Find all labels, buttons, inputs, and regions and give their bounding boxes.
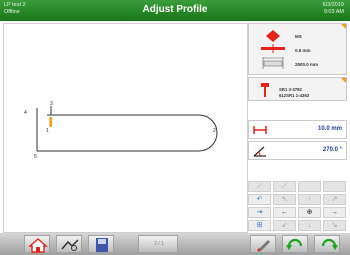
material-card[interactable]: MS 0.6 mm 2500.0 mm [248, 23, 347, 75]
arrow-down-left-icon[interactable]: ↙ [273, 220, 296, 231]
page-title: Adjust Profile [142, 4, 208, 15]
point-label-3: 3 [50, 101, 53, 107]
move-segment-icon[interactable]: ⇥ [248, 207, 271, 218]
material-icon [261, 30, 285, 69]
undo-icon [286, 238, 303, 250]
page-indicator: 2 / 1 [154, 241, 164, 247]
redo-icon [321, 238, 338, 250]
time-label: 9:03 AM [323, 9, 344, 15]
save-button[interactable] [88, 235, 114, 253]
date-label: 6/3/2019 [322, 2, 344, 8]
tool-line-2: 612SR1 1-4363 [279, 93, 310, 98]
undo-button[interactable] [282, 235, 308, 253]
side-panel: MS 0.6 mm 2500.0 mm SR1 3-3782 612SR1 1-… [248, 23, 347, 231]
angle-row[interactable]: 270.0 ° [248, 141, 347, 160]
home-icon [28, 238, 48, 253]
edit-segment-icon[interactable]: ⟋ [273, 181, 296, 192]
datetime: 6/3/2019 9:03 AM [323, 2, 344, 16]
point-label-4: 4 [24, 110, 27, 116]
length-value: 10.0 mm [317, 126, 342, 132]
arrow-up-right-icon[interactable]: ↗ [323, 194, 346, 205]
arrow-down-right-icon[interactable]: ↘ [323, 220, 346, 231]
blank-button[interactable] [298, 181, 321, 192]
profile-drawing [36, 106, 218, 152]
edit-control-grid: ⟋ ⟋ ↶ ↖ ↑ ↗ ⇥ ← ⊕ → ⊞ ↙ ↓ ↘ [248, 181, 347, 231]
tool-icon [261, 83, 269, 97]
point-label-2: 2 [213, 128, 216, 134]
material-name: MS [295, 34, 302, 39]
angle-icon [253, 146, 266, 157]
tool-line-1: SR1 3-3782 [279, 87, 302, 92]
card-corner-marker [341, 24, 346, 29]
arrow-up-left-icon[interactable]: ↖ [273, 194, 296, 205]
arrow-left-icon[interactable]: ← [273, 207, 296, 218]
selected-segment-marker [49, 117, 53, 127]
profile-segment-main [37, 114, 218, 152]
save-icon [96, 238, 108, 252]
material-thickness: 0.6 mm [295, 48, 311, 53]
profile-canvas[interactable]: 4 3 1 2 5 [3, 23, 248, 233]
length-row[interactable]: 10.0 mm [248, 120, 347, 139]
footer-toolbar: 2 / 1 [0, 233, 350, 255]
arrow-right-icon[interactable]: → [323, 207, 346, 218]
length-icon [253, 126, 267, 134]
arrow-down-icon[interactable]: ↓ [298, 220, 321, 231]
arrow-up-icon[interactable]: ↑ [298, 194, 321, 205]
title-bar: LP test 2 Offline Adjust Profile 6/3/201… [0, 0, 350, 21]
angle-value: 270.0 ° [322, 147, 342, 153]
point-label-5: 5 [34, 154, 37, 160]
insert-segment-icon[interactable]: ⊞ [248, 220, 271, 231]
card-corner-marker [341, 78, 346, 83]
wrench-icon [61, 239, 79, 251]
blank-button[interactable] [323, 181, 346, 192]
edit-tool-button[interactable] [250, 235, 276, 253]
material-settings-button[interactable] [56, 235, 82, 253]
add-segment-icon[interactable]: ⟋ [248, 181, 271, 192]
page-indicator-button[interactable]: 2 / 1 [138, 235, 178, 253]
point-label-1: 1 [46, 128, 49, 134]
tool-card[interactable]: SR1 3-3782 612SR1 1-4363 [248, 77, 347, 101]
center-move-icon[interactable]: ⊕ [298, 207, 321, 218]
home-button[interactable] [24, 235, 50, 253]
redo-button[interactable] [314, 235, 340, 253]
rotate-icon[interactable]: ↶ [248, 194, 271, 205]
pen-icon [257, 240, 270, 252]
material-length: 2500.0 mm [295, 62, 319, 67]
